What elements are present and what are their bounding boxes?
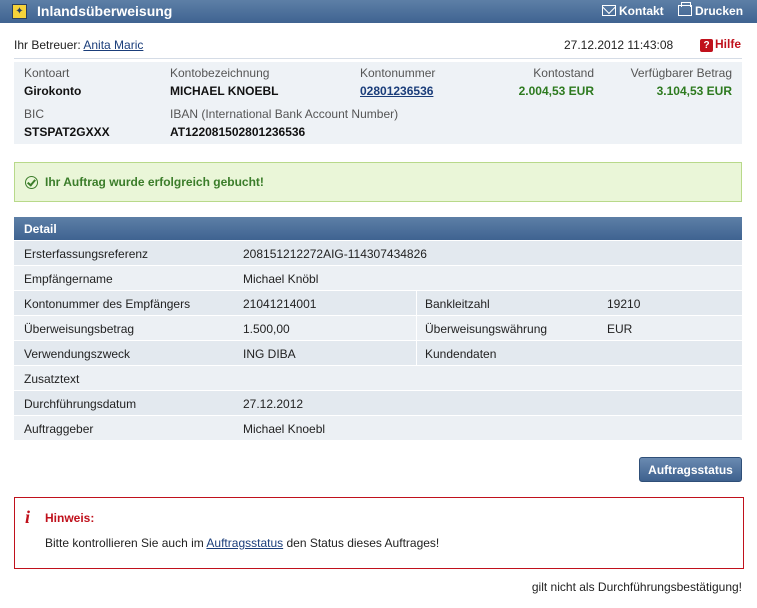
iban-label: IBAN (International Bank Account Number) <box>170 107 399 121</box>
row-label: Überweisungsbetrag <box>24 322 135 336</box>
table-row: Auftraggeber Michael Knoebl <box>14 416 742 441</box>
hinweis-text-before: Bitte kontrollieren Sie auch im <box>45 536 204 550</box>
table-row: Durchführungsdatum 27.12.2012 <box>14 391 742 416</box>
success-message: Ihr Auftrag wurde erfolgreich gebucht! <box>45 175 264 189</box>
row-value-2: EUR <box>607 322 633 336</box>
column-divider <box>416 291 417 315</box>
betreuer-label: Ihr Betreuer: <box>14 38 81 52</box>
timestamp: 27.12.2012 11:43:08 <box>564 38 674 52</box>
row-label: Durchführungsdatum <box>24 397 137 411</box>
page-title: Inlandsüberweisung <box>37 3 173 19</box>
info-icon: i <box>25 507 31 527</box>
verfuegbar-label: Verfügbarer Betrag <box>630 66 732 80</box>
bic-value: STSPAT2GXXX <box>24 125 110 139</box>
detail-header: Detail <box>14 217 742 240</box>
verfuegbar-value: 3.104,53 EUR <box>656 84 732 98</box>
row-value-2: 19210 <box>607 297 641 311</box>
column-divider <box>416 316 417 340</box>
bic-label: BIC <box>24 107 45 121</box>
row-label: Zusatztext <box>24 372 80 386</box>
auftragsstatus-button[interactable]: Auftragsstatus <box>639 457 742 482</box>
kontakt-label: Kontakt <box>619 4 664 18</box>
iban-value: AT122081502801236536 <box>170 125 306 139</box>
mail-icon <box>602 5 616 16</box>
kontobezeichnung-value: MICHAEL KNOEBL <box>170 84 279 98</box>
kontoart-value: Girokonto <box>24 84 82 98</box>
auftragsstatus-link[interactable]: Auftragsstatus <box>206 536 283 550</box>
row-label-2: Bankleitzahl <box>425 297 490 311</box>
row-label: Ersterfassungsreferenz <box>24 247 149 261</box>
row-value: 21041214001 <box>243 297 317 311</box>
table-row: Ersterfassungsreferenz 208151212272AIG-1… <box>14 241 742 266</box>
kontobezeichnung-label: Kontobezeichnung <box>170 66 270 80</box>
hinweis-box: i Hinweis: Bitte kontrollieren Sie auch … <box>14 497 744 569</box>
kontostand-value: 2.004,53 EUR <box>518 84 594 98</box>
check-circle-icon <box>25 176 38 189</box>
row-value: Michael Knoebl <box>243 422 326 436</box>
table-row: Verwendungszweck ING DIBA Kundendaten <box>14 341 742 366</box>
row-value: ING DIBA <box>243 347 296 361</box>
table-row: Zusatztext <box>14 366 742 391</box>
row-label-2: Überweisungswährung <box>425 322 548 336</box>
row-label: Empfängername <box>24 272 113 286</box>
betreuer-link[interactable]: Anita Maric <box>83 38 143 52</box>
row-label: Verwendungszweck <box>24 347 131 361</box>
divider <box>14 58 742 59</box>
column-divider <box>416 341 417 365</box>
table-row: Kontonummer des Empfängers 21041214001 B… <box>14 291 742 316</box>
row-value: Michael Knöbl <box>243 272 319 286</box>
row-value: 27.12.2012 <box>243 397 304 411</box>
account-panel: Kontoart Girokonto Kontobezeichnung MICH… <box>14 62 742 144</box>
hilfe-label: Hilfe <box>715 37 742 51</box>
row-value: 1.500,00 <box>243 322 290 336</box>
kontostand-label: Kontostand <box>533 66 594 80</box>
printer-icon <box>678 2 692 16</box>
title-bar: ✦ Inlandsüberweisung Kontakt Drucken <box>0 0 757 23</box>
drucken-link[interactable]: Drucken <box>678 2 744 18</box>
transfer-icon: ✦ <box>12 4 27 19</box>
betreuer-info: Ihr Betreuer: Anita Maric <box>14 38 143 52</box>
kontoart-label: Kontoart <box>24 66 70 80</box>
row-value: 208151212272AIG-114307434826 <box>243 247 427 261</box>
success-banner: Ihr Auftrag wurde erfolgreich gebucht! <box>14 162 742 202</box>
table-row: Überweisungsbetrag 1.500,00 Überweisungs… <box>14 316 742 341</box>
kontonummer-link[interactable]: 02801236536 <box>360 84 433 98</box>
kontonummer-label: Kontonummer <box>360 66 436 80</box>
row-label-2: Kundendaten <box>425 347 497 361</box>
help-icon: ? <box>700 39 713 52</box>
kontakt-link[interactable]: Kontakt <box>602 4 664 18</box>
drucken-label: Drucken <box>695 4 744 18</box>
row-label: Auftraggeber <box>24 422 94 436</box>
hinweis-text-after: den Status dieses Auftrages! <box>286 536 440 550</box>
hinweis-text: Bitte kontrollieren Sie auch im Auftrags… <box>45 536 439 550</box>
row-label: Kontonummer des Empfängers <box>24 297 191 311</box>
hinweis-title: Hinweis: <box>45 511 95 525</box>
hilfe-link[interactable]: ? Hilfe <box>700 37 741 52</box>
table-row: Empfängername Michael Knöbl <box>14 266 742 291</box>
footer-note: gilt nicht als Durchführungsbestätigung! <box>531 580 742 594</box>
